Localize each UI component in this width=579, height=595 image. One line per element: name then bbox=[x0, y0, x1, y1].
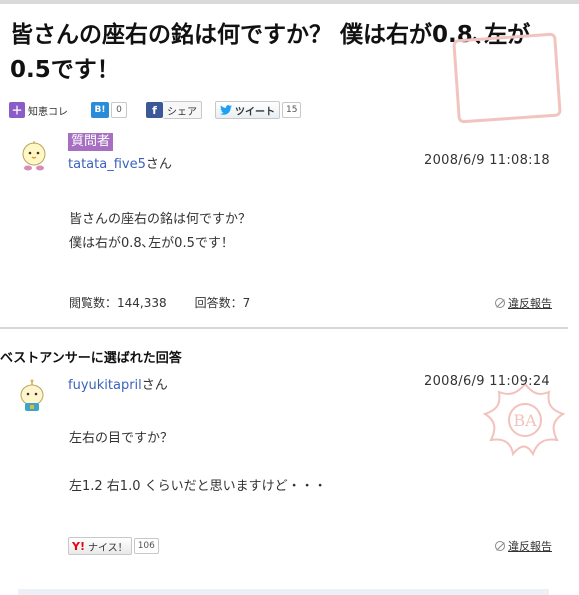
asker-avatar[interactable] bbox=[19, 138, 49, 172]
nice-button[interactable]: Y! ナイス！ 106 bbox=[68, 537, 159, 555]
facebook-icon: f bbox=[146, 102, 163, 118]
answerer-avatar[interactable] bbox=[17, 379, 47, 413]
answer-body-line: 左1.2 右1.0 くらいだと思いますけど・・・ bbox=[69, 479, 327, 494]
chiebukuro-label: 知恵コレ bbox=[28, 106, 68, 118]
report-label: 違反報告 bbox=[508, 540, 552, 553]
chiebukuro-collection-button[interactable]: ＋ 知恵コレ bbox=[9, 101, 68, 119]
tweet-count: 15 bbox=[282, 102, 302, 118]
best-answer-stamp: BA bbox=[477, 378, 573, 462]
question-date: 2008/6/9 11:08:18 bbox=[424, 153, 551, 168]
tweet-button[interactable]: ツイート 15 bbox=[215, 101, 302, 119]
prohibit-icon bbox=[495, 541, 505, 551]
answer-date: 2008/6/9 11:09:24 bbox=[424, 374, 551, 389]
bottom-panel bbox=[18, 589, 549, 595]
facebook-share-button[interactable]: f シェア bbox=[146, 101, 202, 119]
answerer-link[interactable]: fuyukitapril bbox=[68, 378, 142, 393]
nice-label: ナイス！ bbox=[87, 542, 128, 554]
asker-link[interactable]: tatata_five5 bbox=[68, 157, 146, 172]
report-label: 違反報告 bbox=[508, 297, 552, 310]
facebook-share-label: シェア bbox=[163, 101, 202, 119]
answer-body: 左右の目ですか？ 左1.2 右1.0 くらいだと思いますけど・・・ bbox=[69, 427, 327, 499]
views-count: 閲覧数：144,338 bbox=[69, 296, 167, 310]
question-stats: 閲覧数：144,338 回答数：7 bbox=[69, 294, 250, 311]
top-rule bbox=[0, 0, 579, 4]
twitter-bird-icon bbox=[220, 105, 232, 115]
nice-box: Y! ナイス！ bbox=[68, 537, 132, 555]
answers-count: 回答数：7 bbox=[194, 296, 251, 310]
answer-body-line: 左右の目ですか？ bbox=[69, 431, 174, 446]
question-body: 皆さんの座右の銘は何ですか？ 僕は右が0.8､左が0.5です！ bbox=[69, 208, 251, 256]
tweet-label: ツイート bbox=[235, 106, 275, 118]
report-answer-link[interactable]: 違反報告 bbox=[495, 538, 552, 554]
answerer-suffix: さん bbox=[141, 378, 168, 393]
asker-badge: 質問者 bbox=[68, 133, 114, 151]
asker-suffix: さん bbox=[145, 157, 172, 172]
yahoo-icon: Y! bbox=[72, 539, 85, 553]
plus-icon: ＋ bbox=[9, 102, 25, 118]
asker-username: tatata_five5さん bbox=[68, 153, 172, 172]
hatena-icon: B! bbox=[91, 102, 109, 118]
svg-text:BA: BA bbox=[513, 411, 537, 430]
report-question-link[interactable]: 違反報告 bbox=[495, 295, 552, 311]
nice-count: 106 bbox=[133, 538, 159, 554]
question-body-line: 僕は右が0.8､左が0.5です！ bbox=[69, 236, 234, 251]
question-body-line: 皆さんの座右の銘は何ですか？ bbox=[69, 212, 252, 227]
section-divider bbox=[0, 327, 568, 329]
hatena-bookmark-button[interactable]: B! 0 bbox=[91, 101, 127, 119]
prohibit-icon bbox=[495, 298, 505, 308]
answerer-username: fuyukitaprilさん bbox=[68, 374, 168, 393]
tweet-box: ツイート bbox=[215, 101, 280, 119]
resolved-stamp bbox=[452, 32, 562, 124]
hatena-count: 0 bbox=[111, 102, 127, 118]
best-answer-heading: ベストアンサーに選ばれた回答 bbox=[0, 351, 182, 366]
